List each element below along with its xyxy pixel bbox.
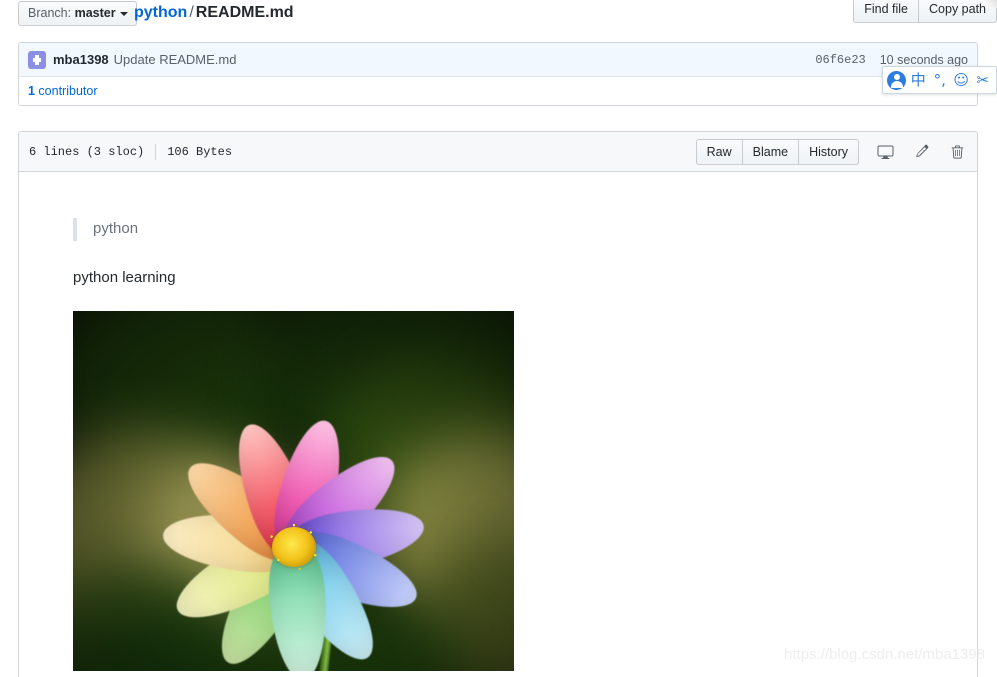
raw-blame-history-group: Raw Blame History [695, 138, 859, 165]
breadcrumb-separator: / [189, 4, 194, 21]
commit-sha-link[interactable]: 06f6e23 [815, 53, 865, 67]
file-header-bar: 6 lines (3 sloc) 106 Bytes Raw Blame His… [19, 132, 977, 172]
file-line-count: 6 lines (3 sloc) [29, 144, 145, 159]
breadcrumb: python / README.md [134, 0, 294, 26]
file-size: 106 Bytes [167, 144, 233, 159]
trash-icon[interactable] [947, 142, 967, 162]
ime-floating-toolbar[interactable]: 中 °, ☺ ✂ [882, 66, 997, 94]
find-file-button[interactable]: Find file [853, 0, 920, 23]
emoji-icon[interactable]: ☺ [952, 70, 971, 90]
scissors-icon[interactable]: ✂ [974, 70, 993, 90]
file-actions-group: Find file Copy path [853, 0, 997, 23]
breadcrumb-file-name: README.md [195, 4, 294, 21]
commit-meta: 06f6e23 10 seconds ago [815, 53, 968, 67]
page-corner-fold [985, 0, 997, 8]
meta-divider [155, 143, 157, 160]
history-button[interactable]: History [799, 138, 859, 165]
commit-author-link[interactable]: mba1398 [53, 52, 109, 67]
punctuation-mode-icon[interactable]: °, [931, 70, 950, 90]
blame-button[interactable]: Blame [742, 138, 800, 165]
contributors-link[interactable]: 1 contributor [28, 84, 97, 98]
file-toolbar: Raw Blame History [695, 138, 967, 165]
csdn-watermark: https://blog.csdn.net/mba1398 [784, 646, 985, 663]
desktop-download-icon[interactable] [875, 142, 895, 162]
chinese-mode-icon[interactable]: 中 [909, 70, 928, 90]
contributors-count: 1 [28, 84, 35, 98]
chevron-down-icon [119, 11, 128, 16]
latest-commit-box: mba1398 Update README.md 06f6e23 10 seco… [18, 42, 978, 106]
markdown-paragraph: python learning [73, 268, 176, 286]
contributors-label: contributor [34, 84, 98, 98]
contributors-row: 1 contributor [19, 77, 977, 105]
flower-center [265, 521, 322, 573]
person-icon[interactable] [887, 70, 906, 90]
commit-timestamp: 10 seconds ago [879, 52, 968, 67]
markdown-blockquote: python [73, 218, 947, 241]
avatar [28, 50, 46, 69]
file-content-box: 6 lines (3 sloc) 106 Bytes Raw Blame His… [18, 131, 978, 677]
file-meta: 6 lines (3 sloc) 106 Bytes [29, 143, 233, 160]
raw-button[interactable]: Raw [695, 138, 743, 165]
commit-message-link[interactable]: Update README.md [114, 52, 237, 67]
breadcrumb-repo-link[interactable]: python [134, 4, 187, 21]
pencil-icon[interactable] [911, 142, 931, 162]
branch-label: Branch: [28, 6, 72, 20]
page-root: Branch: master python / README.md Find fil… [0, 0, 997, 677]
branch-name: master [74, 6, 116, 20]
commit-row: mba1398 Update README.md 06f6e23 10 seco… [19, 43, 977, 77]
readme-rendered-content: python python learning [19, 172, 977, 671]
branch-selector-button[interactable]: Branch: master [18, 1, 137, 26]
file-navigation-bar: Branch: master python / README.md Find fil… [0, 0, 997, 28]
markdown-image [73, 311, 514, 671]
